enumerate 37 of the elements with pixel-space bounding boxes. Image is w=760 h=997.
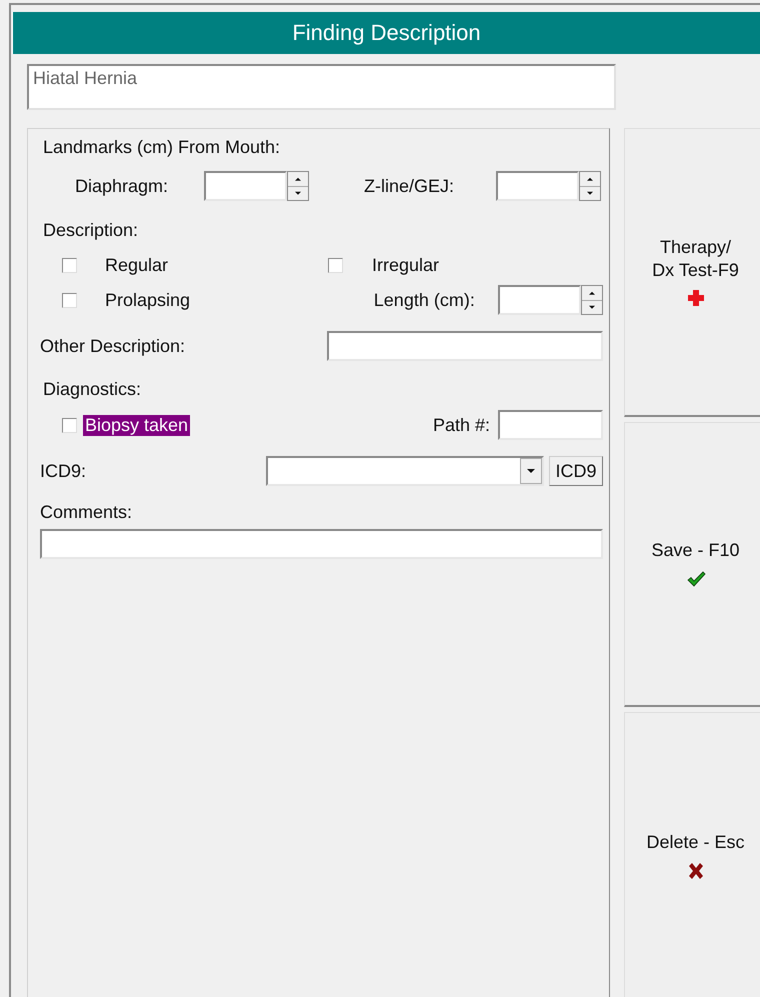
checkbox[interactable] (328, 258, 343, 272)
checkbox-label: Biopsy taken (83, 414, 190, 436)
text-field[interactable] (498, 410, 603, 440)
field-label: ICD9: (40, 460, 86, 482)
action-button[interactable]: Therapy/ Dx Test-F9 (624, 128, 760, 417)
comments-field[interactable] (40, 529, 603, 559)
checkbox-label: Irregular (372, 254, 440, 276)
dropdown[interactable] (266, 456, 544, 486)
finding-name-field[interactable]: Hiatal Hernia (27, 64, 616, 110)
section-label: Description: (43, 220, 138, 240)
checkbox[interactable] (62, 292, 77, 308)
action-button[interactable]: Delete - Esc (624, 712, 760, 997)
checkbox[interactable] (62, 418, 77, 432)
window-title: Finding Description (12, 12, 760, 54)
caret-icon (526, 468, 536, 474)
spinner[interactable] (579, 171, 601, 201)
field-label: Length (cm): (374, 290, 476, 310)
number-field[interactable] (498, 285, 581, 315)
action-button[interactable]: Save - F10 (624, 422, 760, 707)
spinner[interactable] (287, 171, 309, 201)
checkbox-label: Prolapsing (105, 290, 192, 310)
field-label: Comments: (40, 502, 132, 522)
cross-icon (686, 288, 706, 308)
text-field[interactable] (327, 331, 603, 361)
section-label: Diagnostics: (43, 378, 142, 400)
number-field[interactable] (496, 171, 579, 201)
checkbox[interactable] (62, 258, 77, 272)
icd9-button[interactable]: ICD9 (549, 456, 603, 486)
field-label: Z-line/GEJ: (364, 176, 456, 196)
field-label: Path #: (432, 414, 490, 436)
number-field[interactable] (204, 171, 287, 201)
checkbox-label: Regular (105, 254, 170, 276)
check-icon (686, 568, 706, 589)
field-label: Diaphragm: (75, 176, 170, 196)
section-label: Landmarks (cm) From Mouth: (43, 136, 280, 158)
field-label: Other Description: (40, 336, 186, 356)
spinner[interactable] (581, 285, 603, 315)
